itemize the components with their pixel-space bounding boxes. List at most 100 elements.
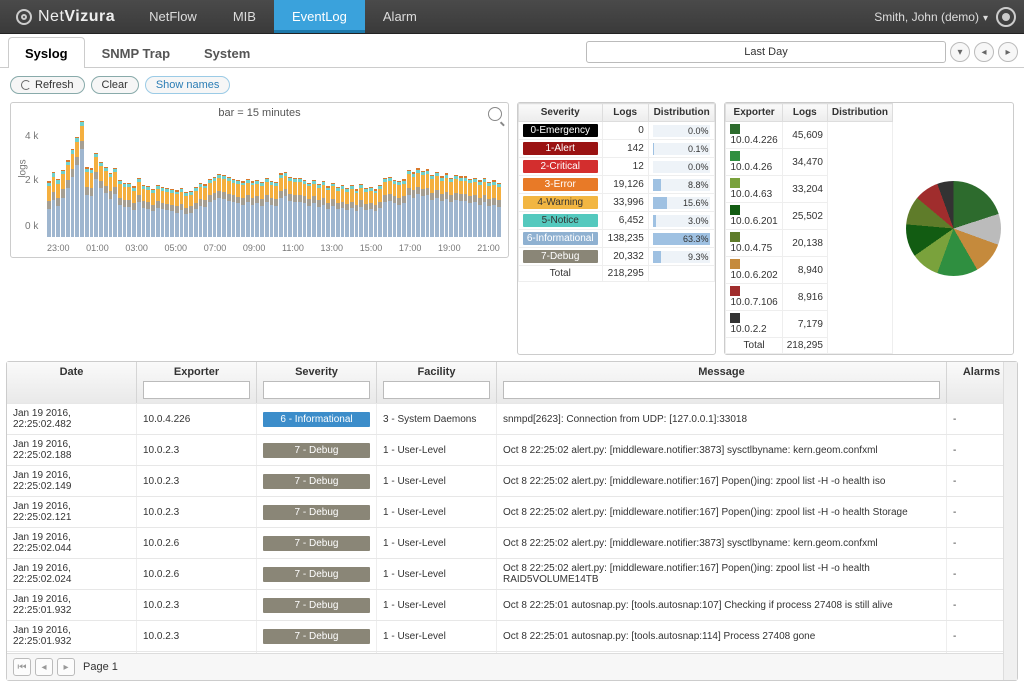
col-header[interactable]: Severity [518,104,602,122]
tab-syslog[interactable]: Syslog [8,37,85,68]
severity-pill: 7 - Debug [263,629,370,644]
filter-input[interactable] [503,381,940,399]
cell: 1 - User-Level [377,621,497,651]
severity-row[interactable]: 5-Notice6,4523.0% [518,212,715,230]
grid-col-message[interactable]: Message [497,362,947,403]
col-header[interactable]: Logs [782,104,827,122]
severity-badge: 0-Emergency [523,124,598,137]
user-menu[interactable]: Smith, John (demo) [874,10,988,24]
table-row[interactable]: Jan 19 2016, 22:25:02.02410.0.2.67 - Deb… [7,558,1017,589]
cell: snmpd[2623]: Connection from UDP: [127.0… [497,404,947,434]
y-tick: 4 k [25,131,38,142]
color-swatch-icon [730,124,740,134]
settings-gear-icon[interactable] [996,7,1016,27]
logo-text-1: Net [38,8,64,26]
cell-severity: 7 - Debug [257,466,377,496]
exporter-row[interactable]: 10.0.4.22645,609 [726,122,893,149]
refresh-icon [21,80,31,90]
timeline-chart[interactable]: bar = 15 minutes logs 4 k 2 k 0 k 23:000… [10,102,509,258]
refresh-button[interactable]: Refresh [10,76,85,94]
x-tick: 03:00 [125,243,148,253]
action-buttons: Refresh Clear Show names [0,68,1024,102]
severity-row[interactable]: 7-Debug20,3329.3% [518,248,715,266]
grid-col-severity[interactable]: Severity [257,362,377,403]
severity-table: SeverityLogsDistribution0-Emergency00.0%… [517,102,717,355]
y-tick: 2 k [25,175,38,186]
severity-total: Total218,295 [518,266,715,282]
cell-severity: 7 - Debug [257,559,377,589]
cell: Jan 19 2016, 22:25:01.932 [7,590,137,620]
cell: Jan 19 2016, 22:25:02.121 [7,497,137,527]
x-tick: 15:00 [360,243,383,253]
cell: 1 - User-Level [377,559,497,589]
severity-row[interactable]: 3-Error19,1268.8% [518,176,715,194]
cell: Jan 19 2016, 22:25:02.482 [7,404,137,434]
next-range-icon[interactable]: ▸ [998,42,1018,62]
dropdown-icon[interactable]: ▾ [950,42,970,62]
x-tick: 01:00 [86,243,109,253]
severity-badge: 1-Alert [523,142,598,155]
tab-system[interactable]: System [187,37,267,68]
prev-page-button[interactable]: ◂ [35,658,53,676]
table-row[interactable]: Jan 19 2016, 22:25:01.93210.0.2.37 - Deb… [7,620,1017,651]
severity-pill: 6 - Informational [263,412,370,427]
table-row[interactable]: Jan 19 2016, 22:25:02.04410.0.2.67 - Deb… [7,527,1017,558]
x-tick: 11:00 [282,243,304,253]
x-tick: 09:00 [243,243,266,253]
severity-row[interactable]: 1-Alert1420.1% [518,140,715,158]
grid-col-exporter[interactable]: Exporter [137,362,257,403]
table-row[interactable]: Jan 19 2016, 22:25:01.93210.0.2.37 - Deb… [7,589,1017,620]
col-header[interactable]: Logs [602,104,648,122]
nav-alarm[interactable]: Alarm [365,0,435,33]
chart-title: bar = 15 minutes [11,103,508,123]
nav-mib[interactable]: MIB [215,0,274,33]
sub-toolbar: SyslogSNMP TrapSystem Last Day ▾ ◂ ▸ [0,34,1024,68]
nav-eventlog[interactable]: EventLog [274,0,365,33]
col-header[interactable]: Distribution [648,104,715,122]
x-tick: 23:00 [47,243,70,253]
cell: 10.0.2.6 [137,559,257,589]
cell: 1 - User-Level [377,435,497,465]
show-names-button[interactable]: Show names [145,76,231,94]
table-row[interactable]: Jan 19 2016, 22:25:02.18810.0.2.37 - Deb… [7,434,1017,465]
cell: Oct 8 22:25:02 alert.py: [middleware.not… [497,559,947,589]
grid-body: Jan 19 2016, 22:25:02.48210.0.4.2266 - I… [7,403,1017,653]
pie-icon [906,181,1001,276]
cell: Oct 8 22:25:02 alert.py: [middleware.not… [497,435,947,465]
col-header[interactable]: Distribution [827,104,892,122]
col-header[interactable]: Exporter [726,104,782,122]
table-row[interactable]: Jan 19 2016, 22:25:02.12110.0.2.37 - Deb… [7,496,1017,527]
cell: Oct 8 22:25:02 alert.py: [middleware.not… [497,528,947,558]
cell: Oct 8 22:25:01 autosnap.py: [tools.autos… [497,621,947,651]
next-page-button[interactable]: ▸ [57,658,75,676]
severity-row[interactable]: 0-Emergency00.0% [518,122,715,140]
date-range-picker[interactable]: Last Day [586,41,946,63]
grid-col-facility[interactable]: Facility [377,362,497,403]
zoom-icon[interactable] [488,107,502,121]
severity-row[interactable]: 6-Informational138,23563.3% [518,230,715,248]
x-ticks: 23:0001:0003:0005:0007:0009:0011:0013:00… [47,243,500,253]
log-grid: DateExporterSeverityFacilityMessageAlarm… [6,361,1018,681]
filter-input[interactable] [143,381,250,399]
nav-netflow[interactable]: NetFlow [131,0,215,33]
severity-pill: 7 - Debug [263,505,370,520]
primary-nav: NetFlowMIBEventLogAlarm [131,0,435,33]
prev-range-icon[interactable]: ◂ [974,42,994,62]
cell-severity: 6 - Informational [257,404,377,434]
table-row[interactable]: Jan 19 2016, 22:25:02.14910.0.2.37 - Deb… [7,465,1017,496]
first-page-button[interactable]: ⏮ [13,658,31,676]
cell: 10.0.2.3 [137,435,257,465]
cell: Oct 8 22:25:02 alert.py: [middleware.not… [497,466,947,496]
color-swatch-icon [730,205,740,215]
filter-input[interactable] [383,381,490,399]
tab-snmp-trap[interactable]: SNMP Trap [85,37,187,68]
table-row[interactable]: Jan 19 2016, 22:25:02.48210.0.4.2266 - I… [7,403,1017,434]
cell: 10.0.2.6 [137,528,257,558]
grid-col-date[interactable]: Date [7,362,137,403]
filter-input[interactable] [263,381,370,399]
exporter-table: ExporterLogsDistribution10.0.4.22645,609… [724,102,1014,355]
clear-button[interactable]: Clear [91,76,139,94]
severity-row[interactable]: 2-Critical120.0% [518,158,715,176]
severity-row[interactable]: 4-Warning33,99615.6% [518,194,715,212]
scrollbar[interactable] [1003,362,1017,680]
